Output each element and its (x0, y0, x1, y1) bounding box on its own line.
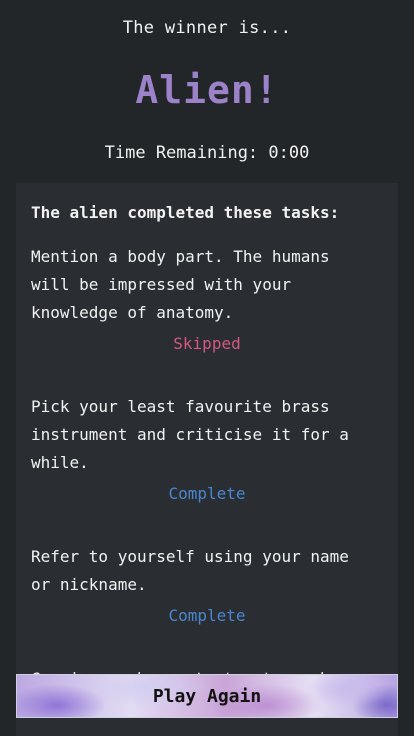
task-text: Refer to yourself using your name or nic… (31, 547, 349, 594)
task-item: Refer to yourself using your name or nic… (31, 543, 383, 627)
task-text: Pick your least favourite brass instrume… (31, 397, 349, 472)
task-status-complete: Complete (168, 606, 246, 625)
tasks-card: The alien completed these tasks: Mention… (16, 183, 398, 736)
winner-name: Alien! (135, 68, 279, 112)
winner-heading: The winner is... (122, 18, 292, 38)
time-remaining: Time Remaining: 0:00 (104, 143, 310, 163)
task-text: Mention a body part. The humans will be … (31, 247, 330, 322)
task-list: Mention a body part. The humans will be … (31, 243, 383, 731)
play-again-button[interactable]: Play Again (16, 674, 398, 718)
tasks-title: The alien completed these tasks: (31, 203, 340, 222)
task-status-skipped: Skipped (173, 334, 241, 353)
task-item: Mention a body part. The humans will be … (31, 243, 383, 355)
task-status-complete: Complete (168, 484, 246, 503)
task-item: Pick your least favourite brass instrume… (31, 393, 383, 505)
